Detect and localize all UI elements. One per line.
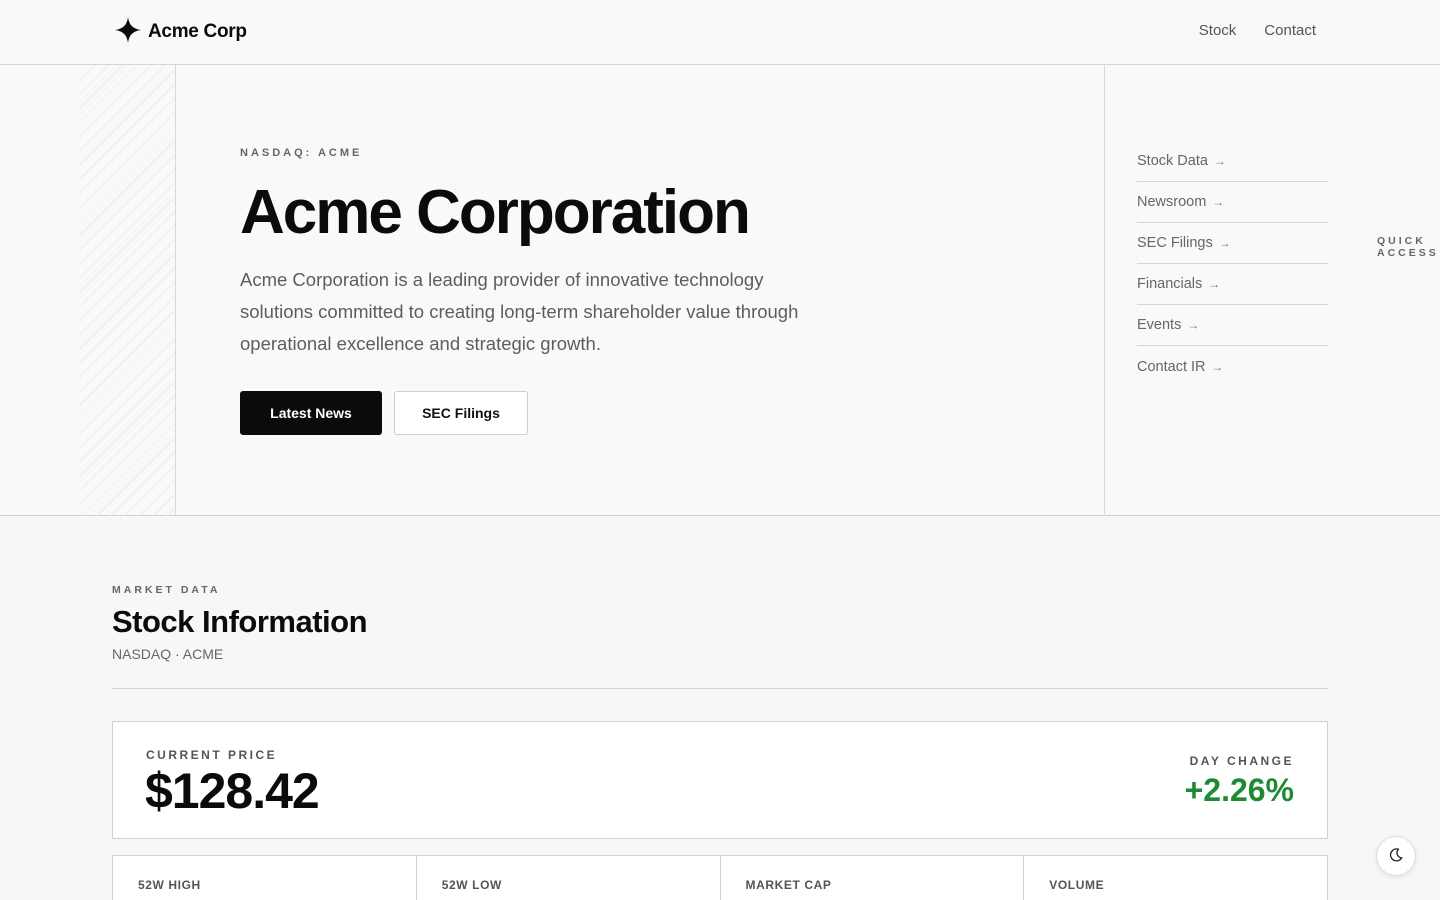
stat-market-cap: MARKET CAP xyxy=(721,856,1025,900)
section-subtitle: NASDAQ · ACME xyxy=(112,646,224,662)
arrow-right-icon: → xyxy=(1213,154,1226,168)
sparkle-icon xyxy=(114,16,142,49)
day-change-value: +2.26% xyxy=(1184,772,1294,808)
quick-access-panel: QUICK ACCESS Stock Data → Newsroom → SEC… xyxy=(1137,153,1436,387)
nav-link-stock[interactable]: Stock xyxy=(1199,22,1237,39)
moon-icon xyxy=(1388,847,1404,866)
latest-news-button[interactable]: Latest News xyxy=(240,391,382,435)
quick-link-stock-data[interactable]: Stock Data → xyxy=(1137,141,1328,182)
quick-link-label: SEC Filings xyxy=(1137,235,1213,251)
quick-access-list: Stock Data → Newsroom → SEC Filings → Fi… xyxy=(1137,141,1328,387)
quick-link-label: Financials xyxy=(1137,276,1203,292)
hero-eyebrow: NASDAQ: ACME xyxy=(240,147,363,159)
brand-logo-link[interactable]: Acme Corp xyxy=(114,16,247,49)
sec-filings-button[interactable]: SEC Filings xyxy=(394,391,528,435)
stat-52w-high: 52W HIGH xyxy=(113,856,417,900)
quick-link-label: Stock Data xyxy=(1137,153,1208,169)
stat-label: MARKET CAP xyxy=(745,878,832,892)
quick-access-heading: QUICK ACCESS xyxy=(1377,235,1439,259)
stat-volume: VOLUME xyxy=(1024,856,1327,900)
stat-label: 52W LOW xyxy=(441,878,502,892)
section-divider xyxy=(112,688,1328,689)
arrow-right-icon: → xyxy=(1187,318,1200,332)
hero-title: Acme Corporation xyxy=(240,178,751,247)
section-title: Stock Information xyxy=(112,604,368,639)
nav-link-contact[interactable]: Contact xyxy=(1264,22,1316,39)
hatched-decoration xyxy=(80,65,176,516)
arrow-right-icon: → xyxy=(1208,277,1221,291)
hero-section: NASDAQ: ACME Acme Corporation Acme Corpo… xyxy=(0,65,1440,516)
stats-row: 52W HIGH 52W LOW MARKET CAP VOLUME xyxy=(112,855,1328,900)
current-price-value: $128.42 xyxy=(145,763,320,819)
price-card: CURRENT PRICE $128.42 DAY CHANGE +2.26% xyxy=(112,721,1328,839)
current-price-label: CURRENT PRICE xyxy=(146,748,278,762)
quick-link-events[interactable]: Events → xyxy=(1137,305,1328,346)
quick-link-label: Events xyxy=(1137,317,1182,333)
theme-toggle-button[interactable] xyxy=(1376,836,1416,876)
top-navigation-bar: Acme Corp Stock Contact xyxy=(0,0,1440,65)
quick-link-label: Contact IR xyxy=(1137,358,1206,375)
main-nav: Stock Contact xyxy=(1199,22,1316,39)
market-eyebrow: MARKET DATA xyxy=(112,584,221,596)
quick-link-contact-ir[interactable]: Contact IR → xyxy=(1137,346,1328,387)
day-change-label: DAY CHANGE xyxy=(1189,754,1294,768)
brand-name: Acme Corp xyxy=(148,21,247,42)
stat-label: 52W HIGH xyxy=(138,878,201,892)
hero-divider xyxy=(1104,65,1105,516)
arrow-right-icon: → xyxy=(1218,236,1231,250)
quick-link-label: Newsroom xyxy=(1137,194,1207,210)
hero-description: Acme Corporation is a leading provider o… xyxy=(240,269,799,354)
arrow-right-icon: → xyxy=(1212,195,1225,209)
quick-link-financials[interactable]: Financials → xyxy=(1137,264,1328,305)
stat-52w-low: 52W LOW xyxy=(417,856,721,900)
quick-link-newsroom[interactable]: Newsroom → xyxy=(1137,182,1328,223)
arrow-right-icon: → xyxy=(1211,359,1224,374)
quick-link-sec-filings[interactable]: SEC Filings → xyxy=(1137,223,1328,264)
stat-label: VOLUME xyxy=(1049,878,1105,892)
